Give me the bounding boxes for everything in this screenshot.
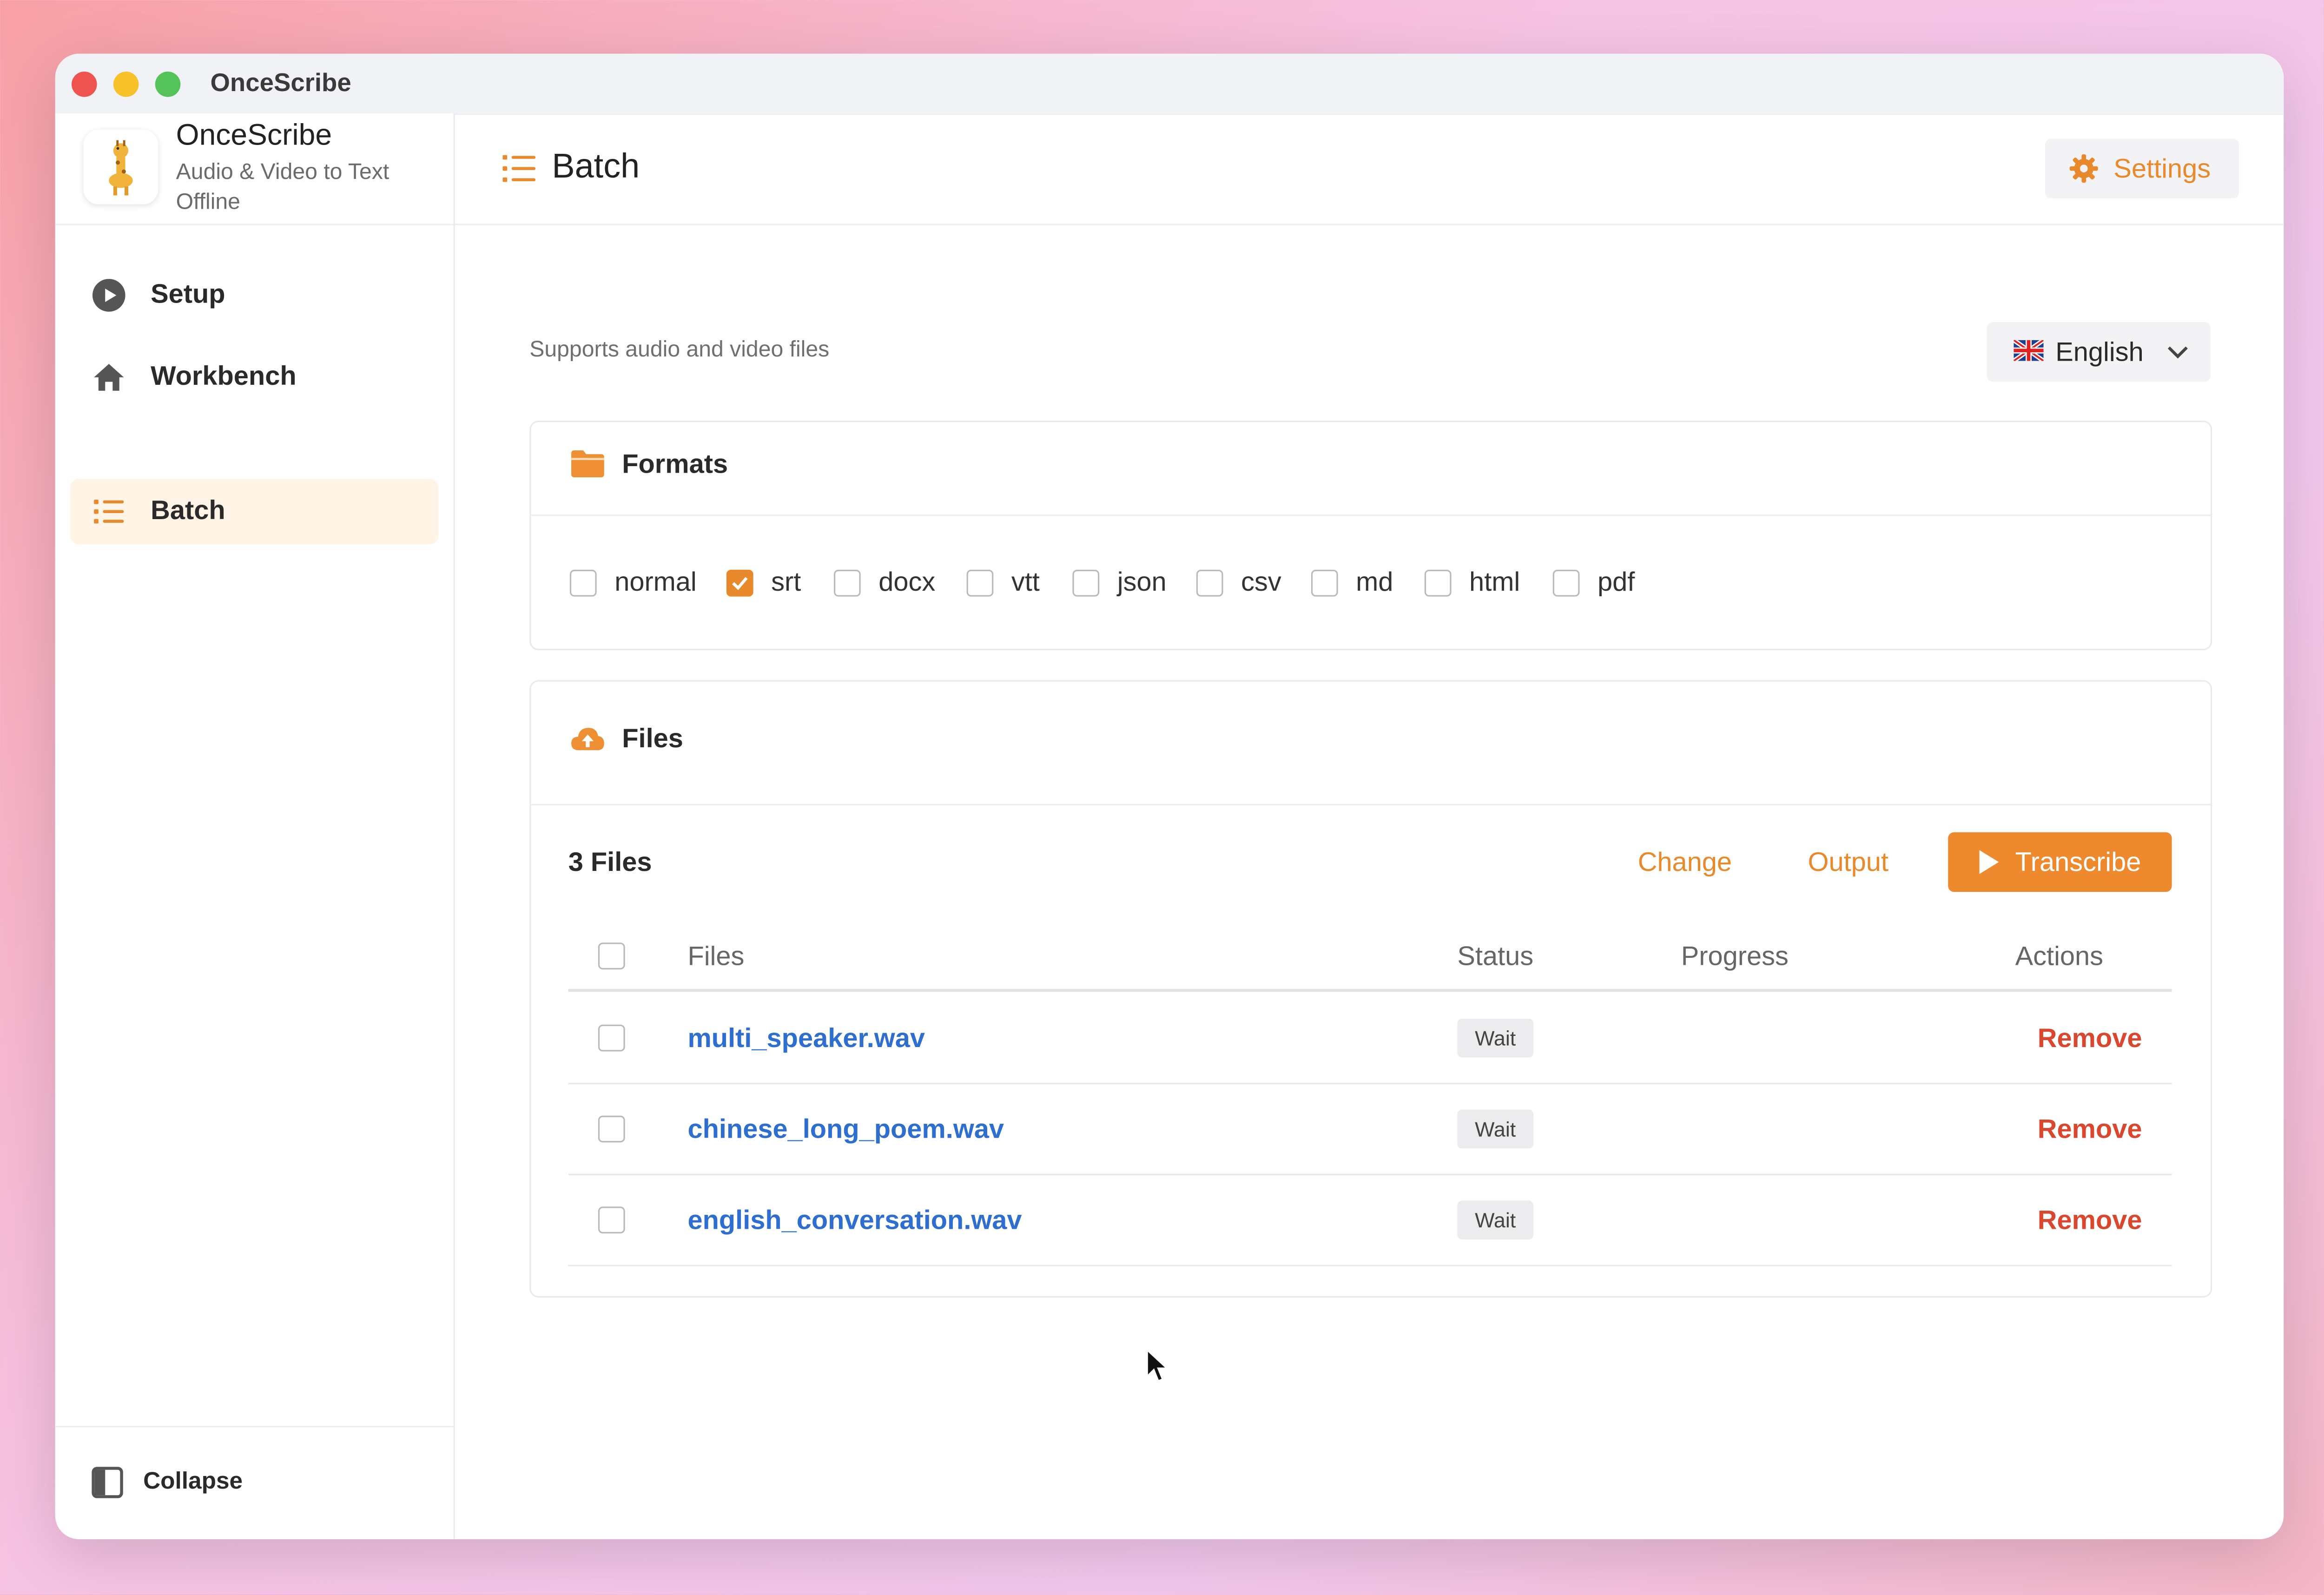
status-badge: Wait [1457,1018,1534,1058]
format-checkbox[interactable] [966,569,994,597]
sidebar-item-workbench[interactable]: Workbench [70,344,439,410]
window-title: OnceScribe [210,68,351,97]
sidebar-item-label: Setup [151,279,225,309]
format-checkbox[interactable] [1196,569,1223,597]
file-name-link[interactable]: english_conversation.wav [687,1205,1022,1236]
files-card: Files 3 Files Change Output Transcribe F… [529,680,2212,1298]
format-checkbox[interactable] [833,569,861,597]
list-icon [502,155,536,182]
folder-icon [571,450,604,477]
language-select[interactable]: English [1987,322,2211,382]
zoom-window-button[interactable] [155,72,181,97]
format-checkbox[interactable] [726,569,753,597]
status-badge: Wait [1457,1200,1534,1239]
row-checkbox[interactable] [598,1024,625,1052]
formats-card: Formats normal srt docx vtt json csv md … [529,420,2212,651]
column-header-progress: Progress [1681,941,1789,971]
change-button[interactable]: Change [1638,847,1732,878]
row-checkbox[interactable] [598,1206,625,1234]
sidebar-item-label: Batch [151,495,225,525]
app-window: OnceScribe OnceScribe Audio & Video to T… [55,53,2284,1539]
collapse-button[interactable]: Collapse [55,1425,454,1539]
output-button[interactable]: Output [1808,847,1888,878]
format-label: pdf [1598,567,1635,597]
close-window-button[interactable] [72,72,97,97]
main-panel: Batch Settings Supports audio and video … [455,113,2284,1539]
uk-flag-icon [2014,340,2044,361]
row-checkbox[interactable] [598,1115,625,1143]
column-header-status: Status [1457,941,1534,971]
play-circle-icon [92,279,125,312]
page-header: Batch Settings [455,113,2284,225]
format-label: docx [878,567,936,597]
format-label: csv [1241,567,1281,597]
settings-button[interactable]: Settings [2045,138,2239,198]
format-label: normal [614,567,697,597]
row-divider [568,1082,2172,1085]
app-logo [83,130,158,204]
file-name-link[interactable]: multi_speaker.wav [687,1023,925,1055]
brand-name: OnceScribe [176,119,332,152]
upload-cloud-icon [571,728,604,751]
page-title: Batch [552,146,640,185]
supports-text: Supports audio and video files [529,337,830,362]
format-checkbox[interactable] [1311,569,1338,597]
files-count: 3 Files [568,847,652,877]
column-header-files: Files [687,941,745,971]
format-checkbox[interactable] [1072,569,1100,597]
remove-button[interactable]: Remove [2038,1023,2142,1055]
format-checkbox[interactable] [569,569,597,597]
gear-icon [2069,154,2098,183]
sidebar: OnceScribe Audio & Video to Text Offline… [55,113,455,1539]
collapse-label: Collapse [143,1469,243,1495]
status-badge: Wait [1457,1109,1534,1149]
list-icon [94,500,124,524]
sidebar-item-batch[interactable]: Batch [70,479,439,545]
transcribe-label: Transcribe [2015,847,2141,877]
home-icon [94,364,124,391]
format-checkbox[interactable] [1552,569,1580,597]
files-card-header: Files [531,682,2211,805]
format-label: json [1117,567,1167,597]
formats-title: Formats [622,448,728,479]
table-header-divider [568,989,2172,992]
row-divider [568,1173,2172,1175]
brand-subtitle: Audio & Video to Text Offline [176,159,390,215]
play-icon [1979,850,1999,874]
format-label: vtt [1011,567,1040,597]
sidebar-item-setup[interactable]: Setup [70,263,439,328]
format-checkbox[interactable] [1424,569,1452,597]
file-name-link[interactable]: chinese_long_poem.wav [687,1114,1004,1145]
formats-card-header: Formats [531,422,2211,516]
checkmark-icon [732,577,748,590]
title-bar: OnceScribe [55,53,2284,115]
row-divider [568,1265,2172,1266]
sidebar-collapse-icon [92,1467,123,1498]
minimize-window-button[interactable] [113,72,139,97]
remove-button[interactable]: Remove [2038,1114,2142,1145]
format-label: srt [771,567,801,597]
settings-label: Settings [2113,153,2211,184]
transcribe-button[interactable]: Transcribe [1948,832,2172,892]
language-selected: English [2055,337,2144,367]
format-label: html [1469,567,1520,597]
sidebar-item-label: Workbench [151,361,297,391]
brand-header: OnceScribe Audio & Video to Text Offline [55,113,454,225]
mouse-cursor-icon [1146,1348,1170,1383]
select-all-checkbox[interactable] [598,942,625,969]
remove-button[interactable]: Remove [2038,1205,2142,1236]
giraffe-logo-icon [109,140,133,196]
chevron-down-icon [2167,346,2188,359]
column-header-actions: Actions [2015,941,2104,971]
format-label: md [1356,567,1393,597]
files-title: Files [622,723,683,753]
